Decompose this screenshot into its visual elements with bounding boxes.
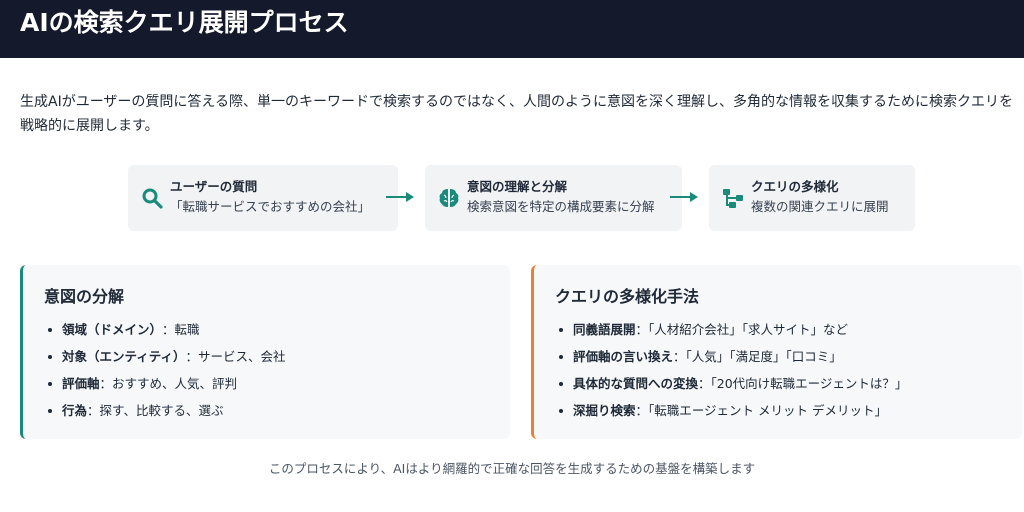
list-item: 評価軸 ：おすすめ、人気、評判 xyxy=(44,370,286,397)
query-diversification-card: クエリの多様化手法 同義語展開 ：「人材紹介会社」「求人サイト」など 評価軸の言い… xyxy=(531,265,1022,439)
flow-step-title: 意図の理解と分解 xyxy=(467,179,568,194)
card-title: 意図の分解 xyxy=(44,287,125,306)
item-key: 具体的な質問への変換 xyxy=(573,376,699,391)
intro-paragraph: 生成AIがユーザーの質問に答える際、単一のキーワードで検索するのではなく、人間の… xyxy=(20,94,1014,134)
arrow-right-icon xyxy=(670,192,698,202)
item-value: ：「人気」「満足度」「口コミ」 xyxy=(673,349,842,364)
header-bar: AIの検索クエリ展開プロセス xyxy=(0,0,1024,58)
item-key: 同義語展開 xyxy=(573,322,636,337)
list-item: 対象（エンティティ） ：サービス、会社 xyxy=(44,343,286,370)
search-icon xyxy=(140,186,164,210)
flow-step-title: ユーザーの質問 xyxy=(170,179,258,194)
list-item: 具体的な質問への変換 ：「20代向け転職エージェントは？」 xyxy=(555,370,907,397)
page-title: AIの検索クエリ展開プロセス xyxy=(20,8,349,37)
method-list: 同義語展開 ：「人材紹介会社」「求人サイト」など 評価軸の言い換え ：「人気」「満足… xyxy=(555,316,907,424)
item-key: 深掘り検索 xyxy=(573,403,636,418)
flow-step-title: クエリの多様化 xyxy=(751,179,839,194)
item-key: 評価軸 xyxy=(62,376,100,391)
item-value: ：サービス、会社 xyxy=(185,349,286,364)
flow-step-subtitle: 「転職サービスでおすすめの会社」 xyxy=(170,199,371,214)
list-item: 行為 ：探す、比較する、選ぶ xyxy=(44,397,286,424)
intent-decomposition-card: 意図の分解 領域（ドメイン） ：転職 対象（エンティティ） ：サービス、会社 評価軸… xyxy=(20,265,510,439)
item-value: ：「人材紹介会社」「求人サイト」など xyxy=(635,322,849,337)
list-item: 領域（ドメイン） ：転職 xyxy=(44,316,286,343)
item-key: 行為 xyxy=(62,403,88,418)
flow-step-subtitle: 検索意図を特定の構成要素に分解 xyxy=(467,199,655,214)
flow-step-intent-analysis: 意図の理解と分解 検索意図を特定の構成要素に分解 xyxy=(425,165,682,231)
item-key: 評価軸の言い換え xyxy=(573,349,674,364)
arrow-right-icon xyxy=(386,192,414,202)
list-item: 深掘り検索 ：「転職エージェント メリット デメリット」 xyxy=(555,397,907,424)
item-value: ：探す、比較する、選ぶ xyxy=(87,403,224,418)
item-key: 対象（エンティティ） xyxy=(62,349,186,364)
list-item: 同義語展開 ：「人材紹介会社」「求人サイト」など xyxy=(555,316,907,343)
hierarchy-icon xyxy=(721,186,745,210)
brain-icon xyxy=(437,186,461,210)
intent-list: 領域（ドメイン） ：転職 対象（エンティティ） ：サービス、会社 評価軸 ：おすすめ、… xyxy=(44,316,286,424)
card-title: クエリの多様化手法 xyxy=(555,287,700,306)
flow-step-user-question: ユーザーの質問 「転職サービスでおすすめの会社」 xyxy=(128,165,398,231)
item-value: ：「転職エージェント メリット デメリット」 xyxy=(635,403,887,418)
flow-step-query-diversification: クエリの多様化 複数の関連クエリに展開 xyxy=(709,165,915,231)
item-value: ：転職 xyxy=(162,322,200,337)
item-key: 領域（ドメイン） xyxy=(62,322,163,337)
item-value: ：「20代向け転職エージェントは？」 xyxy=(698,376,908,391)
list-item: 評価軸の言い換え ：「人気」「満足度」「口コミ」 xyxy=(555,343,907,370)
footer-note: このプロセスにより、AIはより網羅的で正確な回答を生成するための基盤を構築します xyxy=(268,461,756,476)
item-value: ：おすすめ、人気、評判 xyxy=(99,376,238,391)
flow-step-subtitle: 複数の関連クエリに展開 xyxy=(751,199,889,214)
